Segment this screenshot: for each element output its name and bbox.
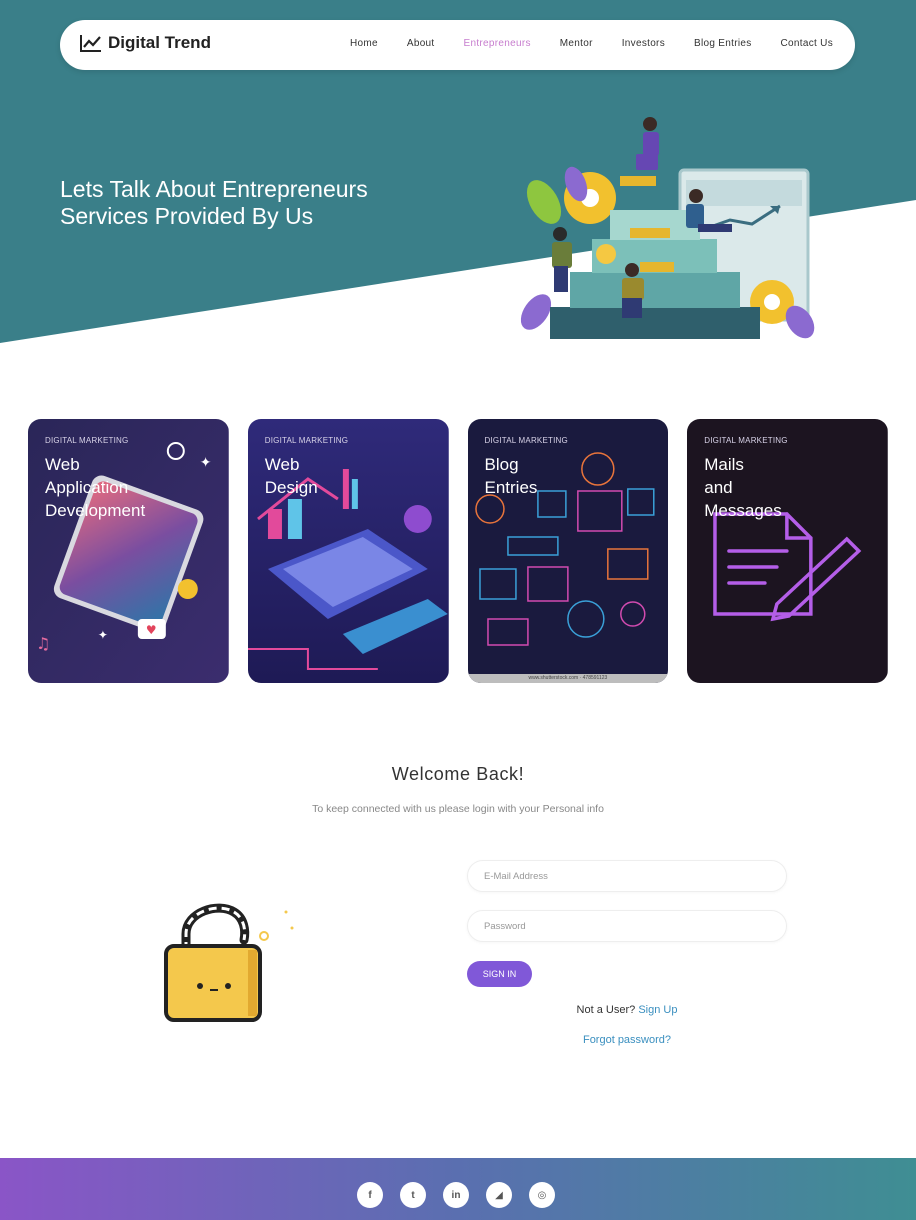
hero-title-line-1: Lets Talk About Entrepreneurs (60, 176, 368, 202)
navbar: Digital Trend Home About Entrepreneurs Ment… (60, 20, 855, 70)
services-cards: ♥ ♫ ✦ ✦ DIGITAL MARKETING Web Applicatio… (28, 419, 888, 683)
dribbble-icon[interactable]: ◎ (529, 1182, 555, 1208)
nav-contact-us[interactable]: Contact Us (781, 38, 833, 49)
nav-blog-entries[interactable]: Blog Entries (694, 38, 752, 49)
card-title-line: Entries (484, 478, 538, 497)
main-nav: Home About Entrepreneurs Mentor Investors Blo… (350, 38, 833, 49)
padlock-icon (164, 903, 294, 1022)
card-title-line: Web (264, 455, 300, 474)
svg-text:♫: ♫ (36, 634, 50, 653)
card-kicker: DIGITAL MARKETING (704, 436, 788, 445)
card-web-design[interactable]: DIGITAL MARKETING Web Design (247, 419, 449, 683)
hero-title: Lets Talk About Entrepreneurs Services P… (60, 176, 480, 230)
welcome-heading: Welcome Back! (391, 764, 525, 784)
rss-icon[interactable]: ◢ (486, 1182, 512, 1208)
card-title-line: Messages (704, 501, 782, 520)
card-title-line: Application (45, 478, 129, 497)
card-blog-entries[interactable]: DIGITAL MARKETING Blog Entries www.shutt… (467, 419, 669, 683)
brand-logo[interactable]: Digital Trend (80, 33, 211, 53)
card-mails-and-messages[interactable]: DIGITAL MARKETING Mails and Messages (687, 419, 888, 683)
card-kicker: DIGITAL MARKETING (45, 436, 129, 445)
card-title-line: Mails (704, 455, 744, 474)
card-title-line: Development (45, 501, 146, 520)
trend-chart-icon (80, 35, 101, 52)
signup-prompt: Not a User? Sign Up (467, 1004, 787, 1016)
card-title-line: and (704, 478, 733, 497)
card-title[interactable]: Blog Entries (485, 453, 655, 499)
card-title-line: Design (264, 478, 318, 497)
forgot-password-link[interactable]: Forgot password? (467, 1034, 787, 1046)
email-field[interactable] (467, 860, 787, 892)
entrepreneurs-illustration (520, 117, 815, 339)
card-title[interactable]: Web Design (265, 453, 435, 499)
nav-mentor[interactable]: Mentor (560, 38, 593, 49)
nav-home[interactable]: Home (350, 38, 378, 49)
nav-investors[interactable]: Investors (622, 38, 665, 49)
card-kicker: DIGITAL MARKETING (484, 436, 568, 445)
welcome-subtitle: To keep connected with us please login w… (312, 803, 604, 815)
linkedin-icon[interactable]: in (443, 1182, 469, 1208)
email-input[interactable] (468, 861, 786, 891)
sign-up-link[interactable]: Sign Up (638, 1004, 677, 1016)
image-credit: www.shutterstock.com · 478591123 (467, 674, 669, 683)
hero-section: Digital Trend Home About Entrepreneurs Ment… (0, 0, 916, 360)
svg-text:✦: ✦ (98, 628, 108, 642)
sign-in-button[interactable]: SIGN IN (467, 961, 532, 987)
card-title-line: Blog (484, 455, 519, 474)
nav-about[interactable]: About (407, 38, 435, 49)
card-title[interactable]: Mails and Messages (704, 453, 874, 522)
card-title-line: Web (45, 455, 80, 474)
card-web-application-development[interactable]: ♥ ♫ ✦ ✦ DIGITAL MARKETING Web Applicatio… (28, 419, 229, 683)
not-user-text: Not a User? (576, 1004, 636, 1016)
card-kicker: DIGITAL MARKETING (264, 436, 349, 445)
hero-title-line-2: Services Provided By Us (60, 203, 314, 229)
password-input[interactable] (468, 911, 786, 941)
svg-text:♥: ♥ (146, 623, 157, 637)
twitter-icon[interactable]: t (400, 1182, 426, 1208)
password-field[interactable] (467, 910, 787, 942)
card-title[interactable]: Web Application Development (45, 453, 215, 522)
nav-entrepreneurs[interactable]: Entrepreneurs (464, 38, 531, 49)
social-links: f t in ◢ ◎ (357, 1182, 555, 1208)
facebook-icon[interactable]: f (357, 1182, 383, 1208)
brand-name: Digital Trend (108, 33, 211, 52)
